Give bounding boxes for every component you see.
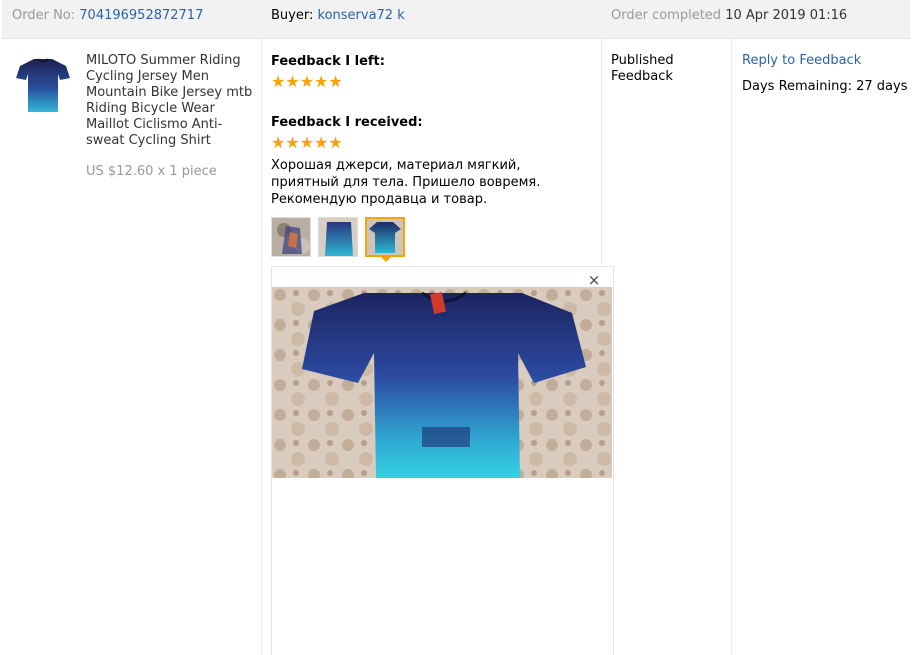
feedback-received-stars: ★★★★★ — [271, 135, 343, 151]
feedback-thumbnail-1[interactable] — [271, 217, 311, 257]
feedback-received-heading: Feedback I received: — [271, 115, 423, 130]
feedback-thumbnail-2[interactable] — [318, 217, 358, 257]
product-image[interactable] — [16, 56, 70, 114]
photo-thumbnail-icon — [272, 218, 311, 257]
order-status-label: Order completed — [611, 8, 721, 23]
feedback-left-heading: Feedback I left: — [271, 54, 385, 69]
buyer-link[interactable]: konserva72 k — [318, 8, 405, 23]
order-number-link[interactable]: 704196952872717 — [79, 8, 203, 23]
product-title-link[interactable]: MILOTO Summer Riding Cycling Jersey Men … — [86, 53, 258, 149]
order-completed-date: 10 Apr 2019 01:16 — [725, 8, 847, 23]
photo-thumbnail-icon — [319, 218, 358, 257]
days-remaining: Days Remaining: 27 days — [742, 79, 907, 94]
cycling-jersey-photo-icon — [16, 56, 70, 114]
buyer-label: Buyer: — [271, 8, 313, 23]
feedback-left-stars: ★★★★★ — [271, 74, 343, 90]
column-divider — [731, 38, 732, 654]
buyer: Buyer: konserva72 k — [271, 8, 405, 24]
photo-thumbnail-icon — [367, 219, 403, 255]
product-price: US $12.60 x 1 piece — [86, 164, 217, 179]
order-number: Order No: 704196952872717 — [12, 8, 203, 24]
feedback-photo-preview — [272, 287, 612, 478]
column-divider — [261, 38, 262, 654]
jersey-photo-icon — [272, 287, 612, 478]
active-thumbnail-caret — [381, 257, 391, 262]
feedback-status: Published Feedback — [611, 53, 721, 85]
order-header: Order No: 704196952872717 Buyer: konserv… — [2, 0, 910, 39]
order-number-label: Order No: — [12, 8, 75, 23]
order-status: Order completed 10 Apr 2019 01:16 — [611, 8, 847, 24]
reply-to-feedback-link[interactable]: Reply to Feedback — [742, 53, 861, 68]
feedback-received-text: Хорошая джерси, материал мягкий, приятны… — [271, 157, 591, 208]
feedback-thumbnail-3[interactable] — [365, 217, 405, 257]
